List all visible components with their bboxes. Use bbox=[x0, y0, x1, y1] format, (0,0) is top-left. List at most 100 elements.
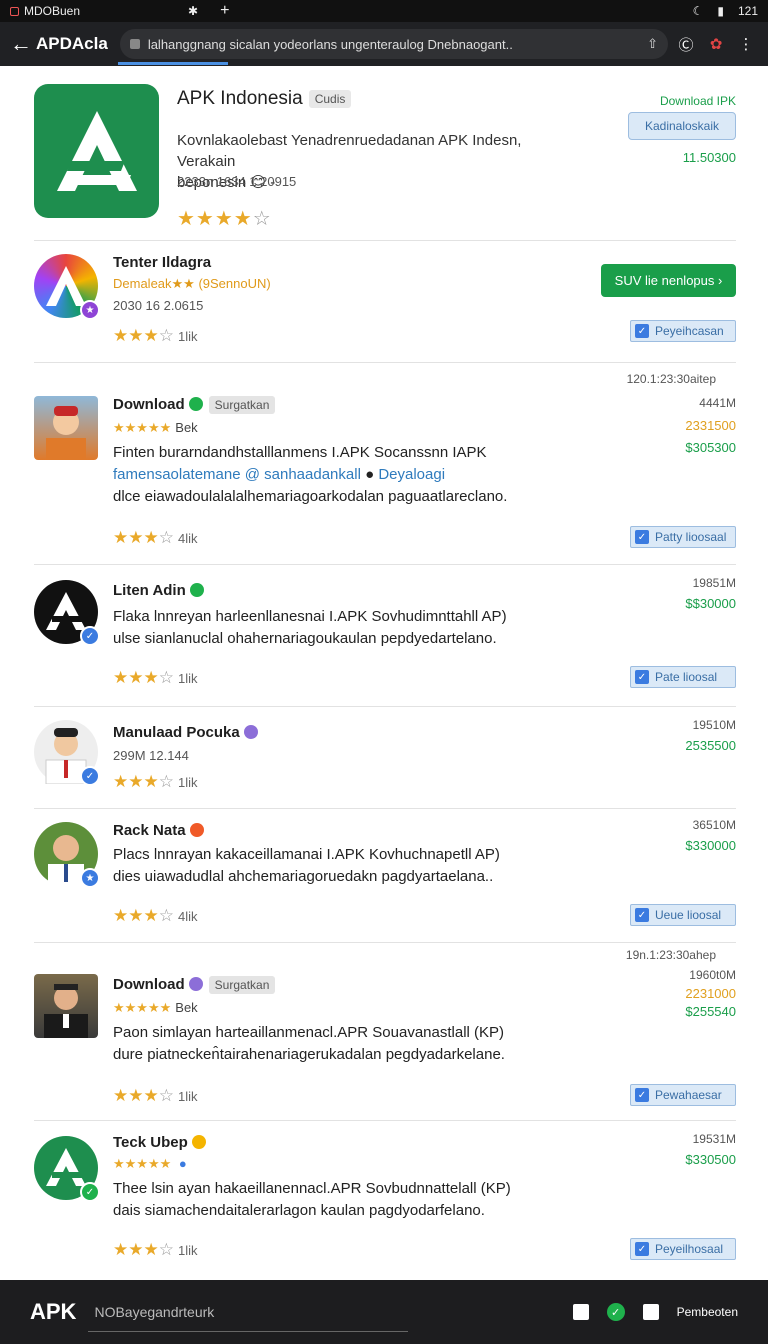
apk-logo-icon[interactable] bbox=[34, 84, 159, 218]
install-button[interactable]: ✓ Ueue lioosal bbox=[630, 904, 736, 926]
sun-icon bbox=[191, 1135, 206, 1149]
item-price-alt: $255540 bbox=[685, 1004, 736, 1019]
item-description-2: dlce eiawadoulalalalhemariagoarkodalan p… bbox=[113, 488, 508, 505]
hero-badge: Cudis bbox=[308, 89, 352, 108]
status-app-title: MDOBuen bbox=[24, 4, 81, 18]
verified-icon bbox=[188, 977, 203, 991]
rating-stars: ★★★☆ 4lik bbox=[113, 528, 198, 547]
list-item[interactable]: ✓ Manulaad Pocuka 299M 12.144 19510M 253… bbox=[34, 718, 736, 804]
list-item[interactable]: 120.1:23:30aitep Download Surgatkan ★★★★★… bbox=[34, 370, 736, 560]
verified-icon: ★ bbox=[80, 300, 100, 320]
list-item[interactable]: ★ Tenter Ildagra Demaleak★★ (9SennoUN) 2… bbox=[34, 254, 736, 358]
list-item[interactable]: ✓ Liten Adin 19851M $$30000 Flaka lnnrey… bbox=[34, 576, 736, 710]
list-item[interactable]: ★ Rack Nata 36510M $330000 Placs lnnraya… bbox=[34, 818, 736, 942]
load-progress-bar bbox=[118, 62, 228, 65]
check-icon: ✓ bbox=[635, 1242, 649, 1256]
tag-pill: Surgatkan bbox=[208, 976, 276, 994]
item-name: Teck Ubep bbox=[113, 1134, 206, 1151]
browser-toolbar: ← APDAcla lalhanggnang sicalan yodeorlan… bbox=[0, 22, 768, 66]
check-icon: ✓ bbox=[635, 530, 649, 544]
item-description: Paon simlayan harteaillanmenacl.APR Soua… bbox=[113, 1024, 505, 1041]
rating-stars: ★★★☆ 4lik bbox=[113, 906, 198, 925]
item-subtitle: Demaleak★★ (9SennoUN) bbox=[113, 276, 271, 291]
divider bbox=[34, 1120, 736, 1121]
app-avatar: ✓ bbox=[34, 580, 100, 646]
item-links: famensaolatemane @ sanhaadankall ● Deyal… bbox=[113, 466, 446, 483]
review-stars: ★★★★★ Bek bbox=[113, 1000, 198, 1015]
avatar-small-icon: ● bbox=[365, 466, 375, 483]
edge-icon[interactable]: Ⓒ bbox=[674, 34, 698, 55]
item-description-2: dais siamachendaitalerarlagon kaulan pag… bbox=[113, 1202, 485, 1219]
item-meta: 299M 12.144 bbox=[113, 748, 189, 763]
install-button[interactable]: ✓ Pate lioosal bbox=[630, 666, 736, 688]
item-price: 2231000 bbox=[685, 986, 736, 1001]
item-size: 19851M bbox=[692, 576, 736, 590]
user-avatar bbox=[34, 396, 98, 460]
rating-stars: ★★★☆ 1lik bbox=[113, 1240, 198, 1259]
app-avatar: ✓ bbox=[34, 1136, 100, 1202]
address-url: lalhanggnang sicalan yodeorlans ungenter… bbox=[147, 36, 513, 52]
item-size: 19531M bbox=[692, 1132, 736, 1146]
tag-pill: Surgatkan bbox=[208, 396, 276, 414]
tabs-icon[interactable] bbox=[572, 1304, 589, 1320]
check-icon: ✓ bbox=[635, 1088, 649, 1102]
share-icon[interactable]: ⇧ bbox=[647, 36, 658, 52]
user-avatar bbox=[34, 974, 98, 1038]
item-description: Flaka lnnreyan harleenllanesnai I.APK So… bbox=[113, 608, 507, 625]
status-time: 121 bbox=[737, 4, 758, 18]
verified-icon bbox=[243, 725, 258, 739]
check-icon: ✓ bbox=[635, 908, 649, 922]
bottom-search-input[interactable]: NOBayegandrteurk bbox=[88, 1292, 409, 1332]
item-meta: 2030 16 2.0615 bbox=[113, 298, 204, 313]
list-item[interactable]: ✓ Teck Ubep ★★★★★ ● 19531M $330500 Thee … bbox=[34, 1132, 736, 1266]
download-label: Download IPK bbox=[659, 94, 736, 108]
check-circle-icon[interactable]: ✓ bbox=[606, 1303, 625, 1321]
site-title: APDAcla bbox=[36, 34, 108, 53]
battery-icon: ▮ bbox=[717, 4, 724, 18]
extension-icon[interactable]: ✿ bbox=[704, 35, 728, 53]
item-description: Placs lnnrayan kakaceillamanai I.APK Kov… bbox=[113, 846, 500, 863]
item-timestamp: 19n.1:23:30ahep bbox=[625, 948, 716, 962]
item-size: 19510M bbox=[692, 718, 736, 732]
verified-icon bbox=[189, 583, 204, 597]
app-avatar: ★ bbox=[34, 254, 100, 320]
check-icon: ✓ bbox=[635, 324, 649, 338]
item-price: $330000 bbox=[685, 838, 736, 853]
user-avatar: ★ bbox=[34, 822, 100, 888]
verified-icon: ✓ bbox=[80, 766, 100, 786]
download-size: 11.50300 bbox=[682, 150, 736, 165]
list-item[interactable]: 19n.1:23:30ahep Download Surgatkan ★★★★★ B… bbox=[34, 948, 736, 1122]
review-stars: ★★★★★ ● bbox=[113, 1156, 187, 1171]
address-bar[interactable]: lalhanggnang sicalan yodeorlans ungenter… bbox=[119, 29, 668, 59]
back-arrow-icon[interactable]: ← bbox=[10, 31, 36, 57]
profile-icon[interactable] bbox=[642, 1304, 659, 1320]
verified-icon bbox=[188, 397, 203, 411]
install-button[interactable]: ✓ Peyeilhosaal bbox=[630, 1238, 736, 1260]
item-price: 2331500 bbox=[685, 418, 736, 433]
divider bbox=[34, 942, 736, 943]
check-icon: ✓ bbox=[635, 670, 649, 684]
new-tab-icon[interactable]: + bbox=[220, 2, 229, 20]
install-button[interactable]: ✓ Peyeihcasan bbox=[630, 320, 736, 342]
menu-dots-icon[interactable]: ⋮ bbox=[734, 35, 758, 53]
divider bbox=[34, 706, 736, 707]
item-description-2: ulse sianlanuclal ohahernariagoukaulan p… bbox=[113, 630, 497, 647]
download-button[interactable]: Kadinaloskaik bbox=[628, 112, 736, 140]
item-price-alt: $305300 bbox=[685, 440, 736, 455]
hero-meta: 2233n 1634 1 20915 bbox=[177, 174, 297, 189]
install-button[interactable]: ✓ Pewahaesar bbox=[630, 1084, 736, 1106]
install-button[interactable]: ✓ Patty lioosaal bbox=[630, 526, 736, 548]
verified-icon: ✓ bbox=[80, 1182, 100, 1202]
page-title: APK Indonesia Cudis bbox=[177, 88, 352, 110]
review-stars: ★★★★★ Bek bbox=[113, 420, 198, 435]
divider bbox=[34, 240, 736, 241]
bottom-action-label[interactable]: Pembeoten bbox=[677, 1305, 738, 1319]
lock-icon bbox=[129, 39, 140, 49]
item-description: Finten burarndandhstalllanmens I.APK Soc… bbox=[113, 444, 487, 461]
divider bbox=[34, 564, 736, 565]
item-price: $330500 bbox=[685, 1152, 736, 1167]
divider bbox=[34, 362, 736, 363]
fire-icon bbox=[189, 823, 204, 837]
rating-stars: ★★★☆ 1lik bbox=[113, 772, 198, 791]
get-app-button[interactable]: SUV lie nenlopus › bbox=[601, 264, 736, 297]
